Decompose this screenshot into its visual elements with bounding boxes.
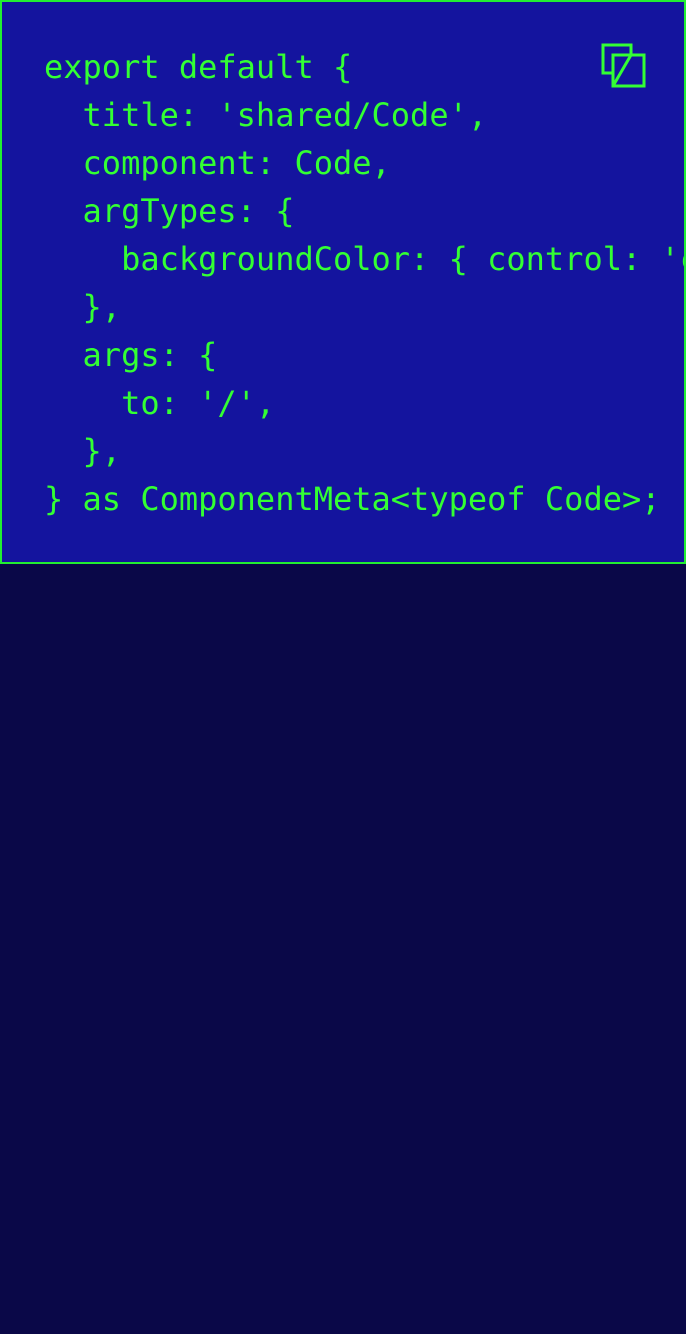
code-line: title: 'shared/Code',: [44, 96, 488, 134]
code-block: export default { title: 'shared/Code', c…: [0, 0, 686, 564]
code-content[interactable]: export default { title: 'shared/Code', c…: [44, 43, 684, 523]
copy-icon: [601, 43, 646, 88]
code-line: },: [44, 432, 122, 470]
code-line: to: '/',: [44, 384, 276, 422]
code-line: },: [44, 288, 122, 326]
code-line: } as ComponentMeta<typeof Code>;: [44, 480, 661, 518]
code-line: export default {: [44, 48, 353, 86]
code-line: argTypes: {: [44, 192, 295, 230]
copy-button[interactable]: [600, 42, 648, 90]
code-line: component: Code,: [44, 144, 391, 182]
code-line: args: {: [44, 336, 218, 374]
code-line: backgroundColor: { control: 'color' },: [121, 240, 684, 278]
